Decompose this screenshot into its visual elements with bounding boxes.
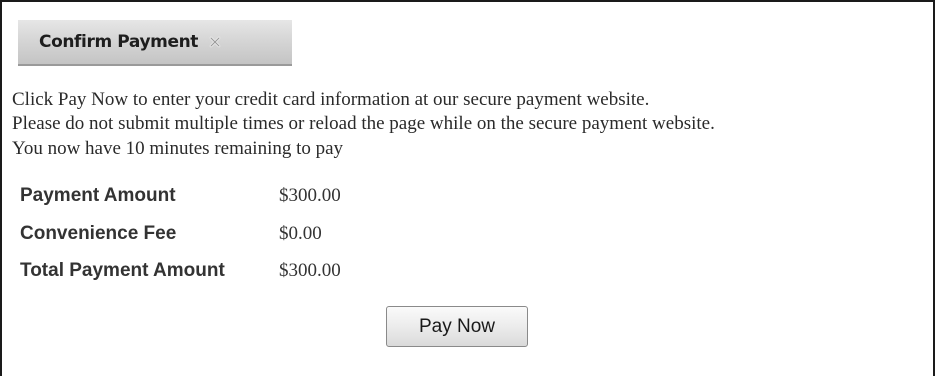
tab-title: Confirm Payment (39, 32, 199, 52)
warning-text: Please do not submit multiple times or r… (12, 113, 715, 134)
instruction-text: Click Pay Now to enter your credit card … (12, 89, 650, 110)
total-payment-amount-value: $300.00 (279, 260, 341, 281)
pay-now-button[interactable]: Pay Now (386, 306, 528, 347)
tab-confirm-payment[interactable]: Confirm Payment (18, 20, 292, 66)
payment-dialog: Confirm Payment Click Pay Now to enter y… (0, 0, 935, 376)
time-remaining-text: You now have 10 minutes remaining to pay (12, 138, 344, 159)
close-icon[interactable] (208, 35, 222, 49)
payment-amount-value: $300.00 (279, 185, 341, 206)
convenience-fee-value: $0.00 (279, 223, 322, 244)
convenience-fee-label: Convenience Fee (20, 223, 177, 244)
total-payment-amount-label: Total Payment Amount (20, 260, 225, 281)
payment-amount-label: Payment Amount (20, 185, 176, 206)
